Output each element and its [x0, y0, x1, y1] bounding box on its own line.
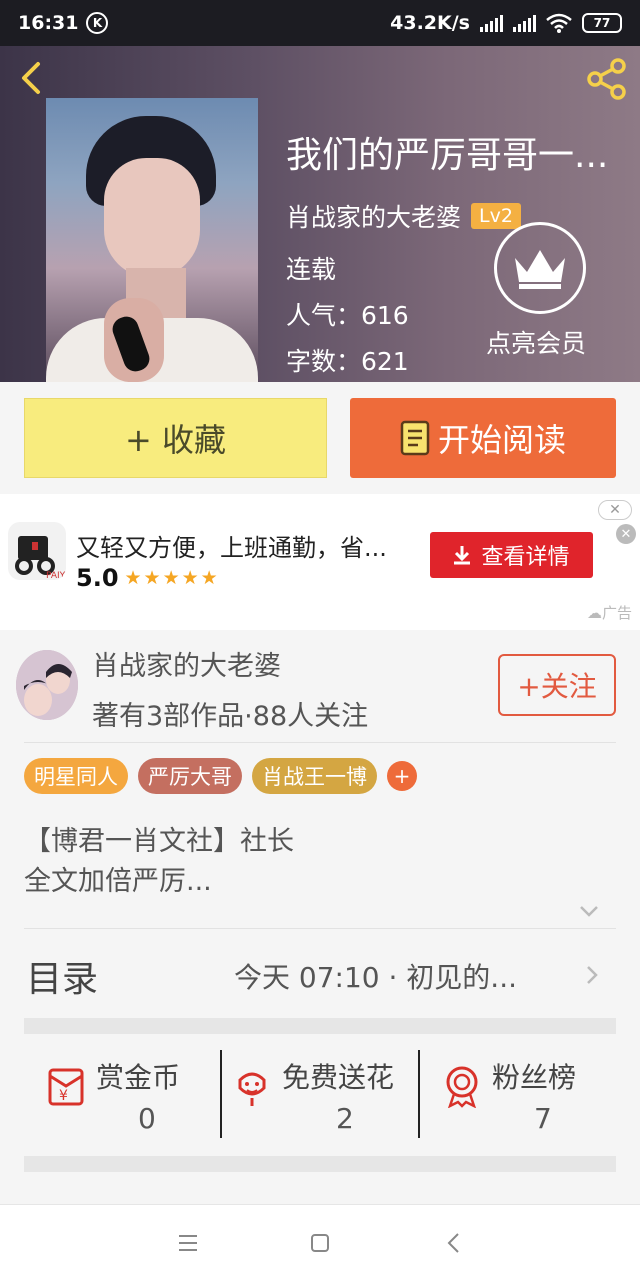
ad-label: ☁广告	[587, 602, 632, 623]
ad-dismiss-icon[interactable]: ✕	[616, 524, 636, 544]
stat-value: 2	[336, 1102, 354, 1135]
toc-latest-chapter[interactable]: 今天 07:10 · 初见的...	[234, 956, 554, 996]
vip-crown-button[interactable]	[494, 222, 586, 314]
tag-item[interactable]: 肖战王一博	[252, 758, 377, 794]
ad-rating-value: 5.0	[76, 564, 119, 592]
divider	[220, 1050, 222, 1138]
stat-label: 赏金币	[96, 1061, 181, 1094]
level-badge: Lv2	[471, 203, 521, 229]
section-separator	[24, 1018, 616, 1034]
svg-text:¥: ¥	[59, 1088, 68, 1104]
action-buttons: + 收藏 开始阅读	[0, 382, 640, 494]
stat-free-flowers[interactable]: 免费送花 2	[230, 1050, 420, 1138]
section-separator	[24, 1156, 616, 1172]
book-author[interactable]: 肖战家的大老婆 Lv2	[286, 198, 521, 234]
signal-icon	[480, 14, 503, 32]
star-icons: ★★★★★	[124, 567, 220, 589]
book-header: 我们的严厉哥哥一... 肖战家的大老婆 Lv2 连载 人气：616 字数：621…	[0, 46, 640, 382]
vip-label[interactable]: 点亮会员	[486, 324, 586, 360]
svg-text:PAIYUE: PAIYUE	[46, 571, 66, 580]
book-word-count: 字数：621	[286, 347, 409, 376]
start-reading-button[interactable]: 开始阅读	[350, 398, 616, 478]
cloud-icon: ☁	[586, 604, 602, 622]
k-icon: K	[86, 12, 109, 34]
stat-label: 免费送花	[282, 1061, 395, 1094]
stat-value: 7	[534, 1102, 552, 1135]
download-icon	[454, 546, 471, 565]
ad-cta-label: 查看详情	[481, 545, 570, 570]
share-icon[interactable]	[584, 56, 630, 102]
book-title: 我们的严厉哥哥一...	[286, 135, 609, 176]
author-avatar[interactable]	[16, 650, 78, 720]
network-speed: 43.2K/s	[390, 12, 470, 34]
description-line: 全文加倍严厉...	[24, 866, 212, 897]
crown-icon	[515, 250, 565, 289]
system-nav-bar	[0, 1204, 640, 1280]
red-envelope-icon: ¥	[48, 1068, 84, 1106]
author-name: 肖战家的大老婆	[286, 203, 462, 232]
description-line: 【博君一肖文社】社长	[24, 826, 294, 857]
favorite-button[interactable]: + 收藏	[24, 398, 327, 478]
author-card-stats: 著有3部作品·88人关注	[92, 701, 369, 732]
medal-icon	[446, 1066, 478, 1108]
tag-item[interactable]: 严厉大哥	[138, 758, 242, 794]
toc-label[interactable]: 目录	[26, 950, 98, 1002]
book-description[interactable]: 【博君一肖文社】社长 全文加倍严厉...	[24, 822, 294, 902]
back-icon[interactable]	[440, 1229, 468, 1257]
author-section: 肖战家的大老婆 著有3部作品·88人关注 +关注 明星同人 严厉大哥 肖战王一博…	[0, 630, 640, 1206]
tag-item[interactable]: 明星同人	[24, 758, 128, 794]
ad-app-icon[interactable]: PAIYUE	[8, 522, 66, 580]
ad-label-text: 广告	[601, 604, 632, 622]
divider	[418, 1050, 420, 1138]
book-status: 连载	[286, 255, 337, 284]
author-card-name[interactable]: 肖战家的大老婆	[92, 644, 281, 683]
ad-title: 又轻又方便，上班通勤，省...	[76, 534, 387, 562]
start-reading-label: 开始阅读	[437, 421, 566, 459]
ad-view-details-button[interactable]: 查看详情	[430, 532, 593, 578]
add-tag-button[interactable]: +	[387, 761, 417, 791]
chevron-right-icon[interactable]	[582, 964, 602, 986]
book-popularity: 人气：616	[286, 301, 409, 330]
back-arrow-icon[interactable]	[14, 60, 50, 96]
status-bar: 16:31 K 43.2K/s 77	[0, 0, 640, 46]
menu-icon[interactable]	[174, 1229, 202, 1257]
book-cover[interactable]	[46, 98, 258, 382]
tag-list: 明星同人 严厉大哥 肖战王一博 +	[24, 758, 417, 794]
flower-icon	[238, 1072, 266, 1106]
ad-close-button[interactable]: ✕	[598, 500, 632, 520]
wifi-icon	[546, 13, 572, 33]
battery-icon: 77	[582, 13, 622, 33]
divider	[24, 928, 616, 929]
stat-reward-coins[interactable]: ¥ 赏金币 0	[44, 1050, 204, 1138]
divider	[24, 742, 616, 743]
status-time: 16:31	[18, 12, 79, 34]
book-icon	[400, 420, 430, 456]
signal-icon	[513, 14, 536, 32]
home-icon[interactable]	[306, 1229, 334, 1257]
stat-label: 粉丝榜	[492, 1061, 577, 1094]
stat-fan-ranking[interactable]: 粉丝榜 7	[440, 1050, 610, 1138]
ad-rating: 5.0 ★★★★★	[76, 564, 220, 592]
ad-banner[interactable]: ✕ ✕ PAIYUE 又轻又方便，上班通勤，省... 5.0 ★★★★★ 查看详…	[0, 494, 640, 630]
stat-value: 0	[138, 1102, 156, 1135]
follow-button[interactable]: +关注	[498, 654, 616, 716]
expand-chevron-icon[interactable]	[578, 900, 600, 922]
